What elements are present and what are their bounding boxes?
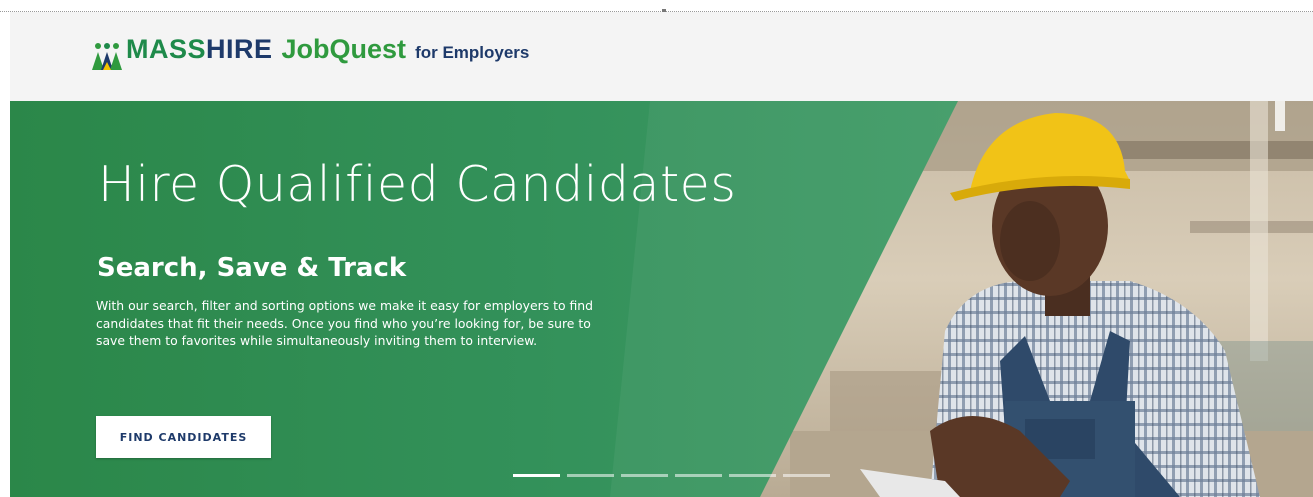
logo-for-employers-text: for Employers — [415, 43, 530, 62]
carousel-indicator-6[interactable] — [783, 474, 830, 477]
people-figures-icon — [92, 43, 122, 70]
hero-description: With our search, filter and sorting opti… — [96, 298, 593, 348]
hero-banner: Hire Qualified Candidates Search, Save &… — [10, 101, 1313, 497]
logo-hire-text: HIRE — [206, 34, 273, 64]
carousel-indicator-1[interactable] — [513, 474, 560, 477]
find-candidates-button[interactable]: FIND CANDIDATES — [96, 416, 271, 458]
brand-logo[interactable]: MASS HIRE JobQuest for Employers — [90, 34, 529, 78]
logo-jobquest-text: JobQuest — [281, 34, 407, 64]
carousel-indicator-2[interactable] — [567, 474, 614, 477]
carousel-indicator-4[interactable] — [675, 474, 722, 477]
hero-title: Hire Qualified Candidates — [98, 156, 737, 213]
carousel-indicator-3[interactable] — [621, 474, 668, 477]
carousel-indicator-5[interactable] — [729, 474, 776, 477]
carousel-indicators — [513, 474, 830, 477]
hero-subtitle: Search, Save & Track — [97, 253, 407, 283]
logo-mass-text: MASS — [126, 34, 207, 64]
